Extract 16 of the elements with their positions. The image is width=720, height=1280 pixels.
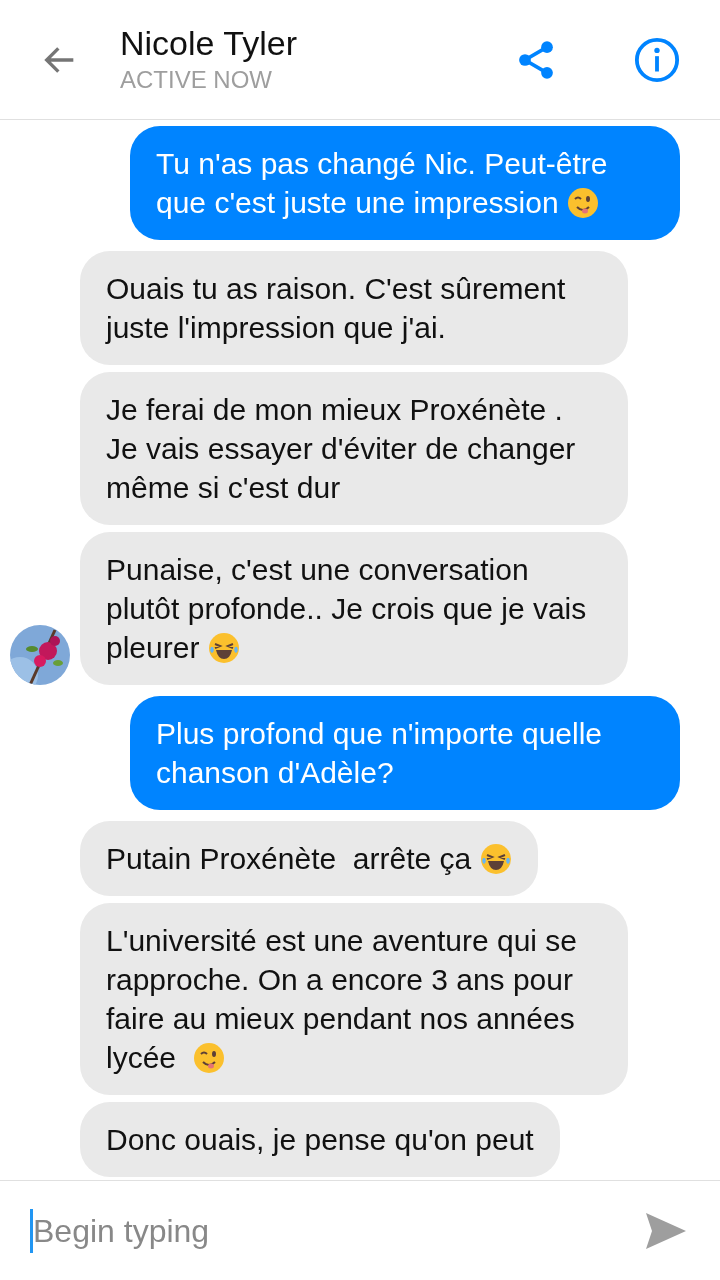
message-input[interactable]: Begin typing: [33, 1206, 642, 1255]
winking-face-icon: [192, 1042, 225, 1074]
message-bubble: Putain Proxénète arrête ça: [80, 821, 538, 896]
winking-face-icon: [566, 187, 599, 219]
laughing-face-icon: [479, 843, 512, 875]
laughing-face-icon: [207, 632, 240, 664]
message-bubble: L'université est une aventure qui se rapproche. On a encore 3 ans pour faire au mieux pendant nos années lycée: [80, 903, 628, 1095]
status-text: ACTIVE NOW: [120, 64, 273, 95]
info-icon[interactable]: [634, 36, 680, 83]
message-bubble: Ouais tu as raison. C'est sûrement juste l'impression que j'ai.: [80, 251, 628, 365]
message-bubble: Je ferai de mon mieux Proxénète . Je vais essayer d'éviter de changer même si c'est dur: [80, 372, 628, 525]
message-bubble: Donc ouais, je pense qu'on peut: [80, 1102, 560, 1177]
message-bubble: Plus profond que n'importe quelle chanson d'Adèle?: [130, 696, 680, 810]
message-bubble: Tu n'as pas changé Nic. Peut-être que c'est juste une impression: [130, 126, 680, 240]
message-bubble: Punaise, c'est une conversation plutôt profonde.. Je crois que je vais pleurer: [80, 532, 628, 685]
contact-name: Nicole Tyler: [120, 22, 298, 63]
